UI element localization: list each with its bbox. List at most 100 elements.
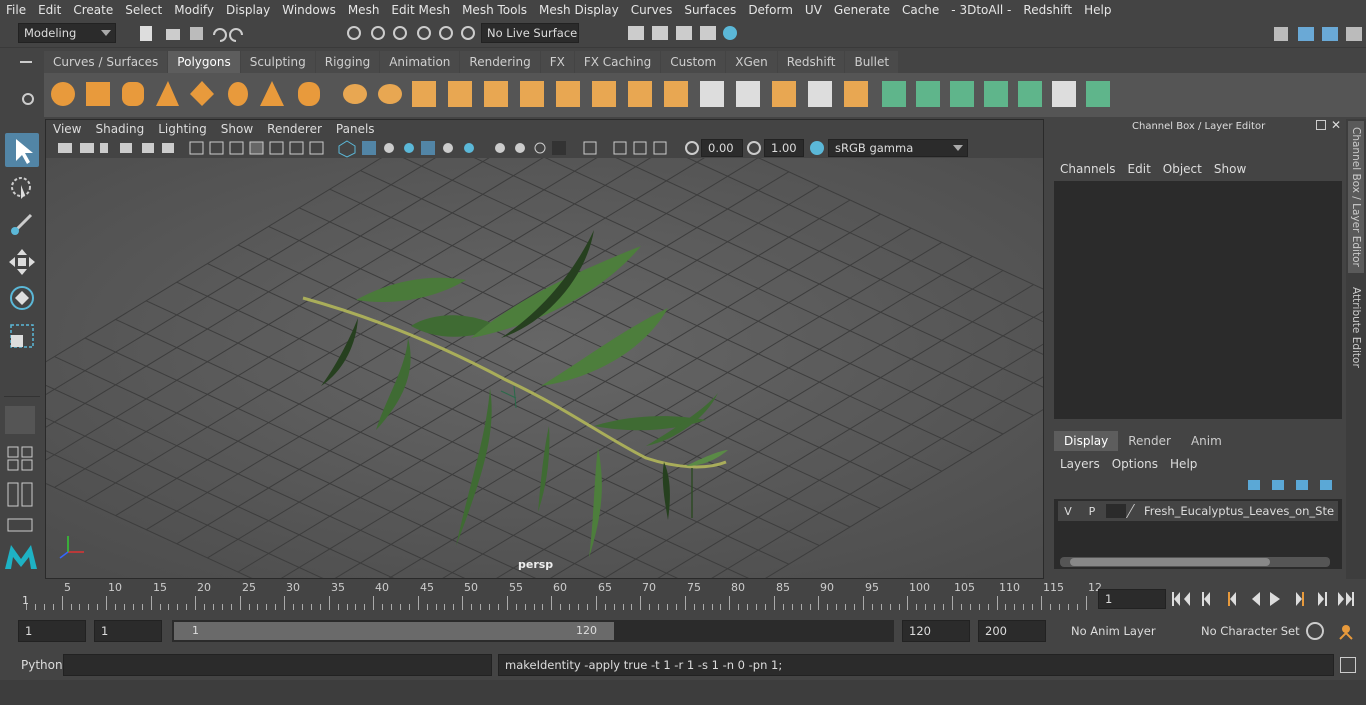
float-icon[interactable]: [1316, 120, 1326, 130]
shelf-tab-bullet[interactable]: Bullet: [845, 51, 899, 73]
anim-prefs-icon[interactable]: [1336, 621, 1356, 641]
layer-color-swatch[interactable]: [1106, 504, 1126, 518]
shelf-tab-curves-surfaces[interactable]: Curves / Surfaces: [44, 51, 168, 73]
move-tool-button[interactable]: [5, 245, 39, 279]
3d-viewport[interactable]: persp: [0, 58, 1157, 705]
layer-tab-display[interactable]: Display: [1054, 431, 1119, 451]
layer-tab-render[interactable]: Render: [1118, 431, 1181, 451]
viewport-menu-shading[interactable]: Shading: [88, 122, 151, 136]
exposure-field[interactable]: 0.00: [701, 139, 743, 157]
attribute-editor-side-tab[interactable]: Attribute Editor: [1348, 285, 1364, 369]
playback-start-field[interactable]: 1: [94, 620, 162, 642]
layer-playback-toggle[interactable]: P: [1082, 505, 1102, 518]
layer-scrollbar[interactable]: [1060, 557, 1330, 567]
menu-help[interactable]: Help: [1078, 3, 1117, 17]
close-icon[interactable]: ✕: [1331, 118, 1341, 132]
menu-file[interactable]: File: [0, 3, 32, 17]
menu-deform[interactable]: Deform: [742, 3, 799, 17]
shelf-tab-custom[interactable]: Custom: [661, 51, 726, 73]
layout-button[interactable]: [5, 517, 35, 537]
range-slider-handle[interactable]: [174, 622, 614, 640]
viewport-menu-lighting[interactable]: Lighting: [151, 122, 214, 136]
menu-3dtoall[interactable]: - 3DtoAll -: [945, 3, 1017, 17]
paint-tool-button[interactable]: [5, 207, 39, 241]
live-surface-field[interactable]: No Live Surface: [481, 23, 579, 43]
menu-mesh[interactable]: Mesh: [342, 3, 386, 17]
channel-menu-object[interactable]: Object: [1158, 159, 1209, 179]
menu-uv[interactable]: UV: [799, 3, 828, 17]
scene-canvas: [0, 58, 1157, 705]
menu-surfaces[interactable]: Surfaces: [678, 3, 742, 17]
time-track[interactable]: 5 10 15 20 25 30 35 40 45 50 55 60 65 70 75 80 85 90 95 100…: [18, 580, 1102, 612]
channel-box-side-tab[interactable]: Channel Box / Layer Editor: [1348, 121, 1364, 273]
viewport-menu-view[interactable]: View: [46, 122, 88, 136]
menu-redshift[interactable]: Redshift: [1017, 3, 1078, 17]
script-language-label[interactable]: Python: [21, 658, 63, 672]
menu-mesh-display[interactable]: Mesh Display: [533, 3, 625, 17]
range-slider[interactable]: 1 120: [172, 620, 894, 642]
anim-layer-dropdown[interactable]: No Anim Layer: [1066, 620, 1190, 642]
menu-edit[interactable]: Edit: [32, 3, 67, 17]
pipe-icon: [298, 82, 320, 106]
character-set-dropdown[interactable]: No Character Set: [1196, 620, 1300, 642]
character-set-label: No Character Set: [1201, 624, 1300, 638]
timeline-tick-label: 40: [375, 581, 389, 594]
script-editor-icon[interactable]: [1340, 657, 1356, 673]
menu-display[interactable]: Display: [220, 3, 276, 17]
viewport-menu-renderer[interactable]: Renderer: [260, 122, 329, 136]
color-space-dropdown[interactable]: sRGB gamma: [828, 139, 968, 157]
timeline-tick: [53, 604, 54, 610]
layer-action-icons[interactable]: [1246, 477, 1342, 493]
layer-tab-anim[interactable]: Anim: [1180, 431, 1232, 451]
shelf-tab-fx[interactable]: FX: [540, 51, 574, 73]
shelf-tab-rendering[interactable]: Rendering: [460, 51, 540, 73]
command-input[interactable]: [63, 654, 492, 676]
menu-generate[interactable]: Generate: [828, 3, 896, 17]
time-slider[interactable]: 5 10 15 20 25 30 35 40 45 50 55 60 65 70 75 80 85 90 95 100…: [0, 580, 1366, 612]
menu-cache[interactable]: Cache: [896, 3, 945, 17]
select-tool-button[interactable]: [5, 133, 39, 167]
shelf-tab-fx-caching[interactable]: FX Caching: [574, 51, 661, 73]
playback-end-field[interactable]: 120: [902, 620, 970, 642]
playback-controls[interactable]: [1170, 588, 1366, 610]
menu-mesh-tools[interactable]: Mesh Tools: [456, 3, 533, 17]
layer-menu-help[interactable]: Help: [1164, 457, 1203, 471]
scene-start-field[interactable]: 1: [18, 620, 86, 642]
channel-menu-channels[interactable]: Channels: [1046, 159, 1123, 179]
viewport-menu-show[interactable]: Show: [214, 122, 260, 136]
shelf-tab-rigging[interactable]: Rigging: [315, 51, 380, 73]
channel-menu-edit[interactable]: Edit: [1123, 159, 1158, 179]
outliner-view-button[interactable]: [5, 481, 35, 509]
shelf-tab-sculpting[interactable]: Sculpting: [240, 51, 315, 73]
layer-menu-options[interactable]: Options: [1106, 457, 1164, 471]
shelf-tab-polygons[interactable]: Polygons: [168, 51, 240, 73]
shelf-tab-xgen[interactable]: XGen: [726, 51, 777, 73]
layer-row[interactable]: V P Fresh_Eucalyptus_Leaves_on_Stem_00: [1058, 501, 1338, 521]
single-view-button[interactable]: [5, 406, 35, 434]
layer-visible-toggle[interactable]: V: [1058, 505, 1078, 518]
auto-key-icon[interactable]: [1306, 622, 1324, 640]
menu-curves[interactable]: Curves: [625, 3, 679, 17]
menu-edit-mesh[interactable]: Edit Mesh: [385, 3, 456, 17]
timeline-tick: [1023, 604, 1024, 610]
timeline-tick: [578, 604, 579, 610]
four-view-button[interactable]: [5, 445, 35, 473]
gamma-field[interactable]: 1.00: [764, 139, 804, 157]
mode-dropdown[interactable]: Modeling: [18, 23, 116, 43]
lasso-tool-button[interactable]: [5, 171, 39, 205]
layer-menu-layers[interactable]: Layers: [1054, 457, 1106, 471]
shelf-tab-redshift[interactable]: Redshift: [777, 51, 845, 73]
scene-end-field[interactable]: 200: [978, 620, 1046, 642]
viewport-menu-panels[interactable]: Panels: [329, 122, 382, 136]
menu-select[interactable]: Select: [119, 3, 168, 17]
rotate-tool-button[interactable]: [5, 281, 39, 315]
gear-icon[interactable]: [22, 93, 34, 105]
menu-modify[interactable]: Modify: [168, 3, 220, 17]
menu-create[interactable]: Create: [67, 3, 119, 17]
channel-box-header: Channel Box / Layer Editor ✕: [1046, 118, 1346, 137]
menu-windows[interactable]: Windows: [276, 3, 342, 17]
scale-tool-button[interactable]: [5, 319, 39, 353]
shelf-tab-animation[interactable]: Animation: [380, 51, 460, 73]
channel-menu-show[interactable]: Show: [1209, 159, 1253, 179]
current-frame-field[interactable]: 1: [1098, 589, 1166, 609]
